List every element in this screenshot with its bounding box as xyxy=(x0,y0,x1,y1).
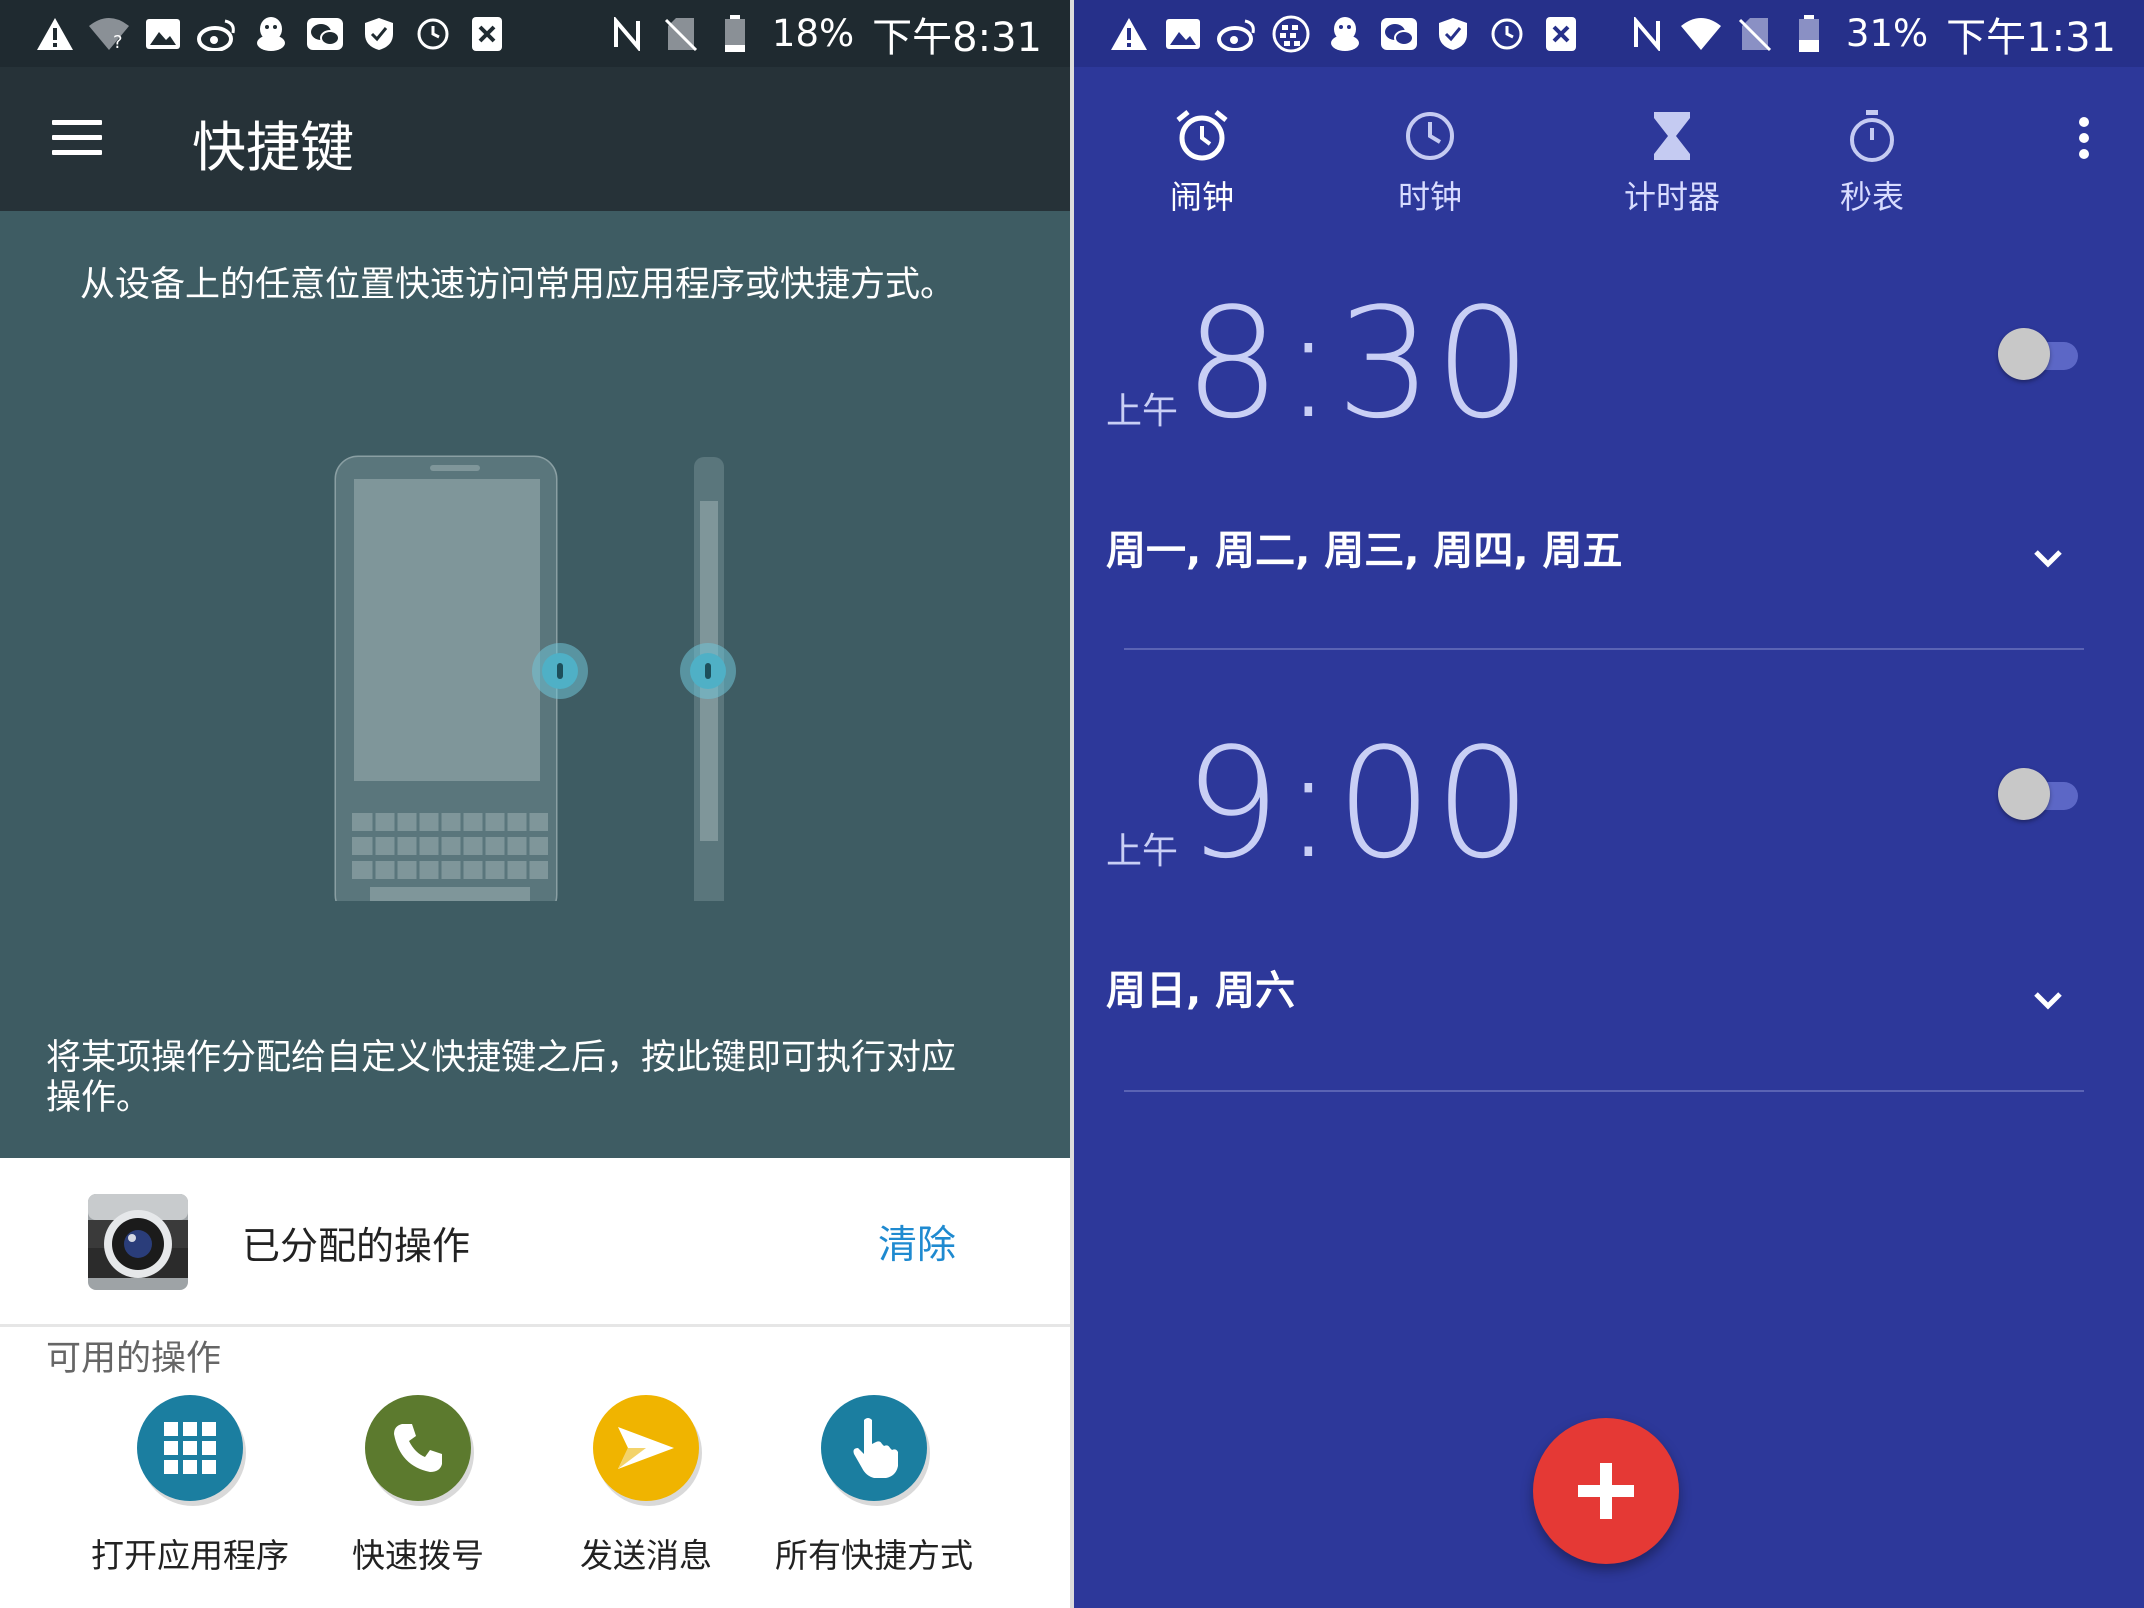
close-box-icon xyxy=(1534,7,1588,61)
tab-stopwatch[interactable]: 秒表 xyxy=(1792,108,1952,218)
action-label: 所有快捷方式 xyxy=(775,1536,973,1575)
action-label: 快速拨号 xyxy=(352,1536,484,1575)
instruction-text-line2: 操作。 xyxy=(46,1078,152,1118)
tab-label: 时钟 xyxy=(1397,178,1462,216)
alarm-toggle[interactable] xyxy=(1998,768,2084,822)
nfc-icon xyxy=(1620,7,1674,61)
qq-icon xyxy=(244,7,298,61)
alarm-repeat-days: 周一, 周二, 周三, 周四, 周五 xyxy=(1106,528,1623,574)
clock-icon xyxy=(1406,112,1454,160)
add-alarm-button[interactable] xyxy=(1533,1418,1679,1564)
more-options-icon[interactable] xyxy=(2074,114,2094,162)
alarm-ampm: 上午 xyxy=(1106,831,1179,872)
nfc-icon xyxy=(600,7,654,61)
phone-icon xyxy=(365,1395,471,1501)
alarm-time[interactable]: 9:00 xyxy=(1184,728,1533,880)
tab-alarm[interactable]: 闹钟 xyxy=(1122,108,1282,218)
alarm-ampm: 上午 xyxy=(1106,391,1179,432)
battery-percent: 31% xyxy=(1845,12,1929,55)
tab-label: 闹钟 xyxy=(1169,178,1234,216)
alarm-icon xyxy=(1176,110,1228,161)
wifi-icon xyxy=(1674,7,1728,61)
alarm-toggle[interactable] xyxy=(1998,328,2084,382)
clock-status-icon xyxy=(406,7,460,61)
clock-app-screen: 31% 下午1:31 闹钟 时钟 计时器 秒表 上午 8:30 周一, 周二, … xyxy=(1074,0,2144,1608)
blackberry-icon xyxy=(1264,7,1318,61)
instruction-text-line1: 将某项操作分配给自定义快捷键之后，按此键即可执行对应 xyxy=(46,1038,957,1078)
page-title: 快捷键 xyxy=(192,116,354,179)
tab-clock[interactable]: 时钟 xyxy=(1350,108,1510,218)
action-speed-dial[interactable]: 快速拨号 xyxy=(308,1395,528,1577)
tap-hand-icon xyxy=(821,1395,927,1501)
send-icon xyxy=(593,1395,699,1501)
wechat-icon xyxy=(298,7,352,61)
qq-icon xyxy=(1318,7,1372,61)
status-bar: ? 18% 下午8:31 xyxy=(0,0,1070,67)
action-all-shortcuts[interactable]: 所有快捷方式 xyxy=(764,1395,984,1577)
clock-status-icon xyxy=(1480,7,1534,61)
tab-label: 秒表 xyxy=(1839,178,1904,216)
image-icon xyxy=(1156,7,1210,61)
alarm-divider xyxy=(1124,1090,2084,1092)
shield-icon xyxy=(1426,7,1480,61)
image-icon xyxy=(136,7,190,61)
no-sim-icon xyxy=(654,7,708,61)
side-key-highlight xyxy=(680,643,736,699)
hero-panel: 从设备上的任意位置快速访问常用应用程序或快捷方式。 将某项操作分配给自定义快捷键… xyxy=(0,211,1070,1158)
camera-icon xyxy=(88,1194,188,1290)
weibo-icon xyxy=(190,7,244,61)
tab-timer[interactable]: 计时器 xyxy=(1592,108,1752,218)
menu-icon[interactable] xyxy=(52,120,102,156)
wifi-unknown-icon: ? xyxy=(82,7,136,61)
action-label: 发送消息 xyxy=(580,1536,712,1575)
assigned-action-row: 已分配的操作 清除 xyxy=(0,1158,1070,1327)
shield-icon xyxy=(352,7,406,61)
alarm-repeat-days: 周日, 周六 xyxy=(1106,968,1296,1014)
intro-text: 从设备上的任意位置快速访问常用应用程序或快捷方式。 xyxy=(80,265,956,305)
tab-label: 计时器 xyxy=(1623,178,1720,216)
convenience-key-highlight xyxy=(532,643,588,699)
app-grid-icon xyxy=(137,1395,243,1501)
weibo-icon xyxy=(1210,7,1264,61)
hourglass-icon xyxy=(1654,112,1690,160)
status-bar: 31% 下午1:31 xyxy=(1074,0,2144,67)
battery-icon xyxy=(1782,7,1836,61)
alert-icon xyxy=(28,7,82,61)
wechat-icon xyxy=(1372,7,1426,61)
battery-icon xyxy=(708,7,762,61)
app-bar xyxy=(0,67,1070,211)
no-sim-icon xyxy=(1728,7,1782,61)
chevron-down-icon[interactable] xyxy=(2028,538,2068,578)
action-open-app[interactable]: 打开应用程序 xyxy=(80,1395,300,1577)
clear-button[interactable]: 清除 xyxy=(878,1214,956,1270)
close-box-icon xyxy=(460,7,514,61)
alarm-time[interactable]: 8:30 xyxy=(1184,288,1533,440)
status-time: 下午1:31 xyxy=(1946,14,2116,61)
available-actions-heading: 可用的操作 xyxy=(46,1339,222,1379)
alarm-divider xyxy=(1124,648,2084,650)
battery-percent: 18% xyxy=(771,12,855,55)
shortcut-key-screen: ? 18% 下午8:31 快捷键 从设备上的任意位置快速访问常用应用程序或快捷方… xyxy=(0,0,1070,1608)
plus-icon xyxy=(1578,1463,1634,1519)
chevron-down-icon[interactable] xyxy=(2028,980,2068,1020)
svg-text:?: ? xyxy=(113,32,123,52)
alert-icon xyxy=(1102,7,1156,61)
stopwatch-icon xyxy=(1850,110,1894,162)
action-label: 打开应用程序 xyxy=(91,1536,289,1575)
status-time: 下午8:31 xyxy=(872,14,1042,61)
assigned-action-label: 已分配的操作 xyxy=(242,1224,471,1268)
action-send-message[interactable]: 发送消息 xyxy=(536,1395,756,1577)
